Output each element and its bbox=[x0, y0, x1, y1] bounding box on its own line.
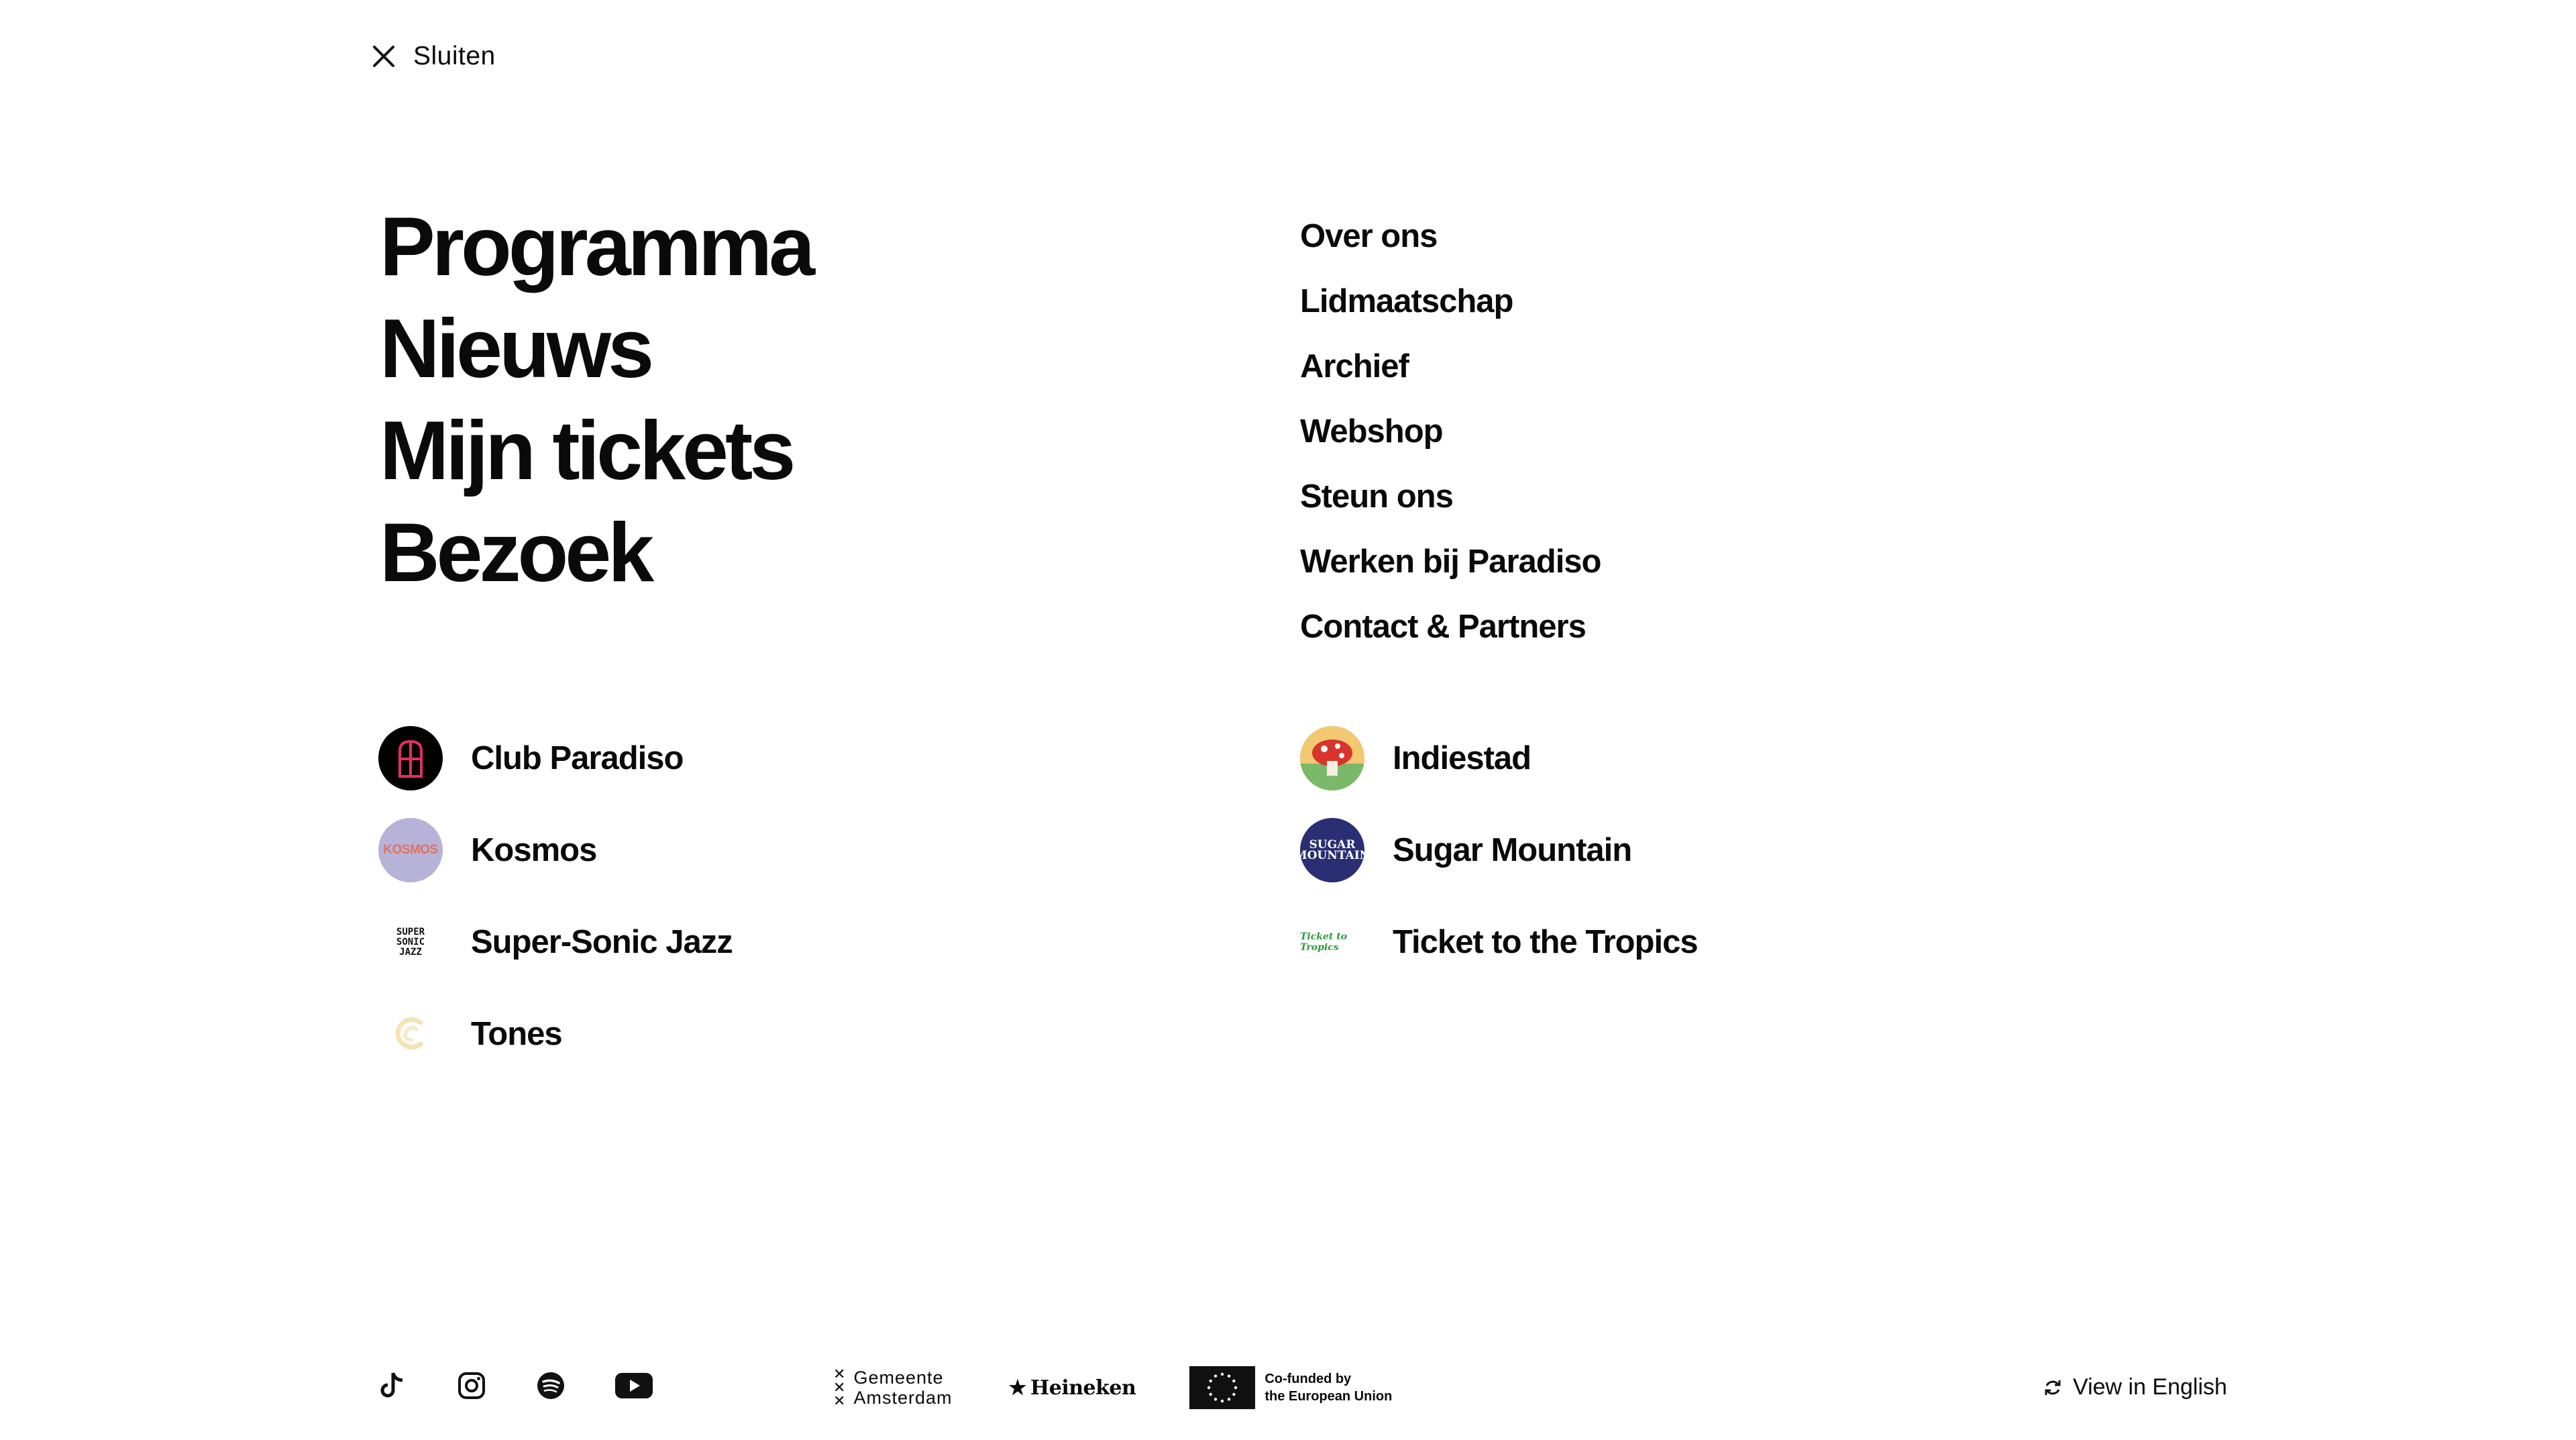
amsterdam-xxx-icon: ✕ ✕ ✕ bbox=[833, 1366, 846, 1409]
nav-nieuws[interactable]: Nieuws bbox=[380, 298, 812, 400]
eu-cofunded-logo: Co-funded by the European Union bbox=[1189, 1366, 1392, 1409]
primary-nav: Programma Nieuws Mijn tickets Bezoek bbox=[380, 196, 815, 604]
gemeente-amsterdam-logo: ✕ ✕ ✕ Gemeente Amsterdam bbox=[833, 1366, 953, 1409]
brand-name: Club Paradiso bbox=[471, 740, 684, 776]
kosmos-logo-text: KOSMOS bbox=[383, 843, 438, 857]
club-paradiso-logo bbox=[378, 726, 443, 790]
nav-archief[interactable]: Archief bbox=[1300, 334, 1601, 399]
close-icon bbox=[373, 46, 394, 67]
indiestad-logo bbox=[1300, 726, 1364, 790]
brand-name: Super-Sonic Jazz bbox=[471, 924, 733, 960]
nav-over-ons[interactable]: Over ons bbox=[1300, 204, 1601, 269]
brand-name: Kosmos bbox=[471, 832, 597, 868]
ssj-line-3: JAZZ bbox=[399, 946, 422, 958]
kosmos-logo: KOSMOS bbox=[378, 818, 443, 882]
language-label: View in English bbox=[2073, 1374, 2227, 1400]
instagram-icon[interactable] bbox=[456, 1370, 487, 1401]
brand-name: Sugar Mountain bbox=[1393, 832, 1632, 868]
brand-club-paradiso[interactable]: Club Paradiso bbox=[378, 726, 733, 790]
super-sonic-jazz-logo: SUPER SONIC JAZZ bbox=[378, 910, 443, 974]
nav-bezoek[interactable]: Bezoek bbox=[380, 502, 812, 604]
gemeente-line-2: Amsterdam bbox=[853, 1388, 953, 1408]
nav-programma[interactable]: Programma bbox=[380, 196, 815, 298]
sponsor-logos: ✕ ✕ ✕ Gemeente Amsterdam ★ Heineken Co-fun… bbox=[833, 1366, 1392, 1409]
eu-flag-icon bbox=[1189, 1366, 1256, 1409]
nav-lidmaatschap[interactable]: Lidmaatschap bbox=[1300, 269, 1601, 334]
close-button[interactable]: Sluiten bbox=[370, 42, 496, 71]
brand-name: Indiestad bbox=[1393, 740, 1532, 776]
nav-webshop[interactable]: Webshop bbox=[1300, 399, 1601, 464]
star-icon: ★ bbox=[1008, 1376, 1026, 1400]
nav-contact-partners[interactable]: Contact & Partners bbox=[1300, 595, 1601, 660]
nav-werken-bij-paradiso[interactable]: Werken bij Paradiso bbox=[1300, 529, 1601, 595]
ttt-logo-text: Ticket to Tropics bbox=[1300, 931, 1348, 953]
secondary-nav: Over ons Lidmaatschap Archief Webshop St… bbox=[1300, 204, 1601, 660]
sugar-mountain-logo: SUGAR MOUNTAIN bbox=[1300, 818, 1364, 882]
language-switch[interactable]: View in English bbox=[2043, 1374, 2227, 1400]
heineken-logo: ★ Heineken bbox=[1008, 1376, 1136, 1400]
social-links bbox=[377, 1370, 653, 1401]
nav-mijn-tickets[interactable]: Mijn tickets bbox=[380, 400, 812, 502]
tones-logo bbox=[378, 1002, 443, 1066]
heineken-text: Heineken bbox=[1030, 1376, 1136, 1400]
nav-steun-ons[interactable]: Steun ons bbox=[1300, 464, 1601, 529]
ssj-line-2: SONIC bbox=[396, 936, 425, 947]
sugar-line-2: MOUNTAIN bbox=[1300, 849, 1364, 862]
tiktok-icon[interactable] bbox=[377, 1370, 408, 1401]
brand-super-sonic-jazz[interactable]: SUPER SONIC JAZZ Super-Sonic Jazz bbox=[378, 910, 733, 974]
eu-line-2: the European Union bbox=[1265, 1389, 1393, 1404]
brand-indiestad[interactable]: Indiestad bbox=[1300, 726, 1698, 790]
ssj-line-1: SUPER bbox=[396, 926, 425, 937]
brand-ticket-to-the-tropics[interactable]: Ticket to Tropics Ticket to the Tropics bbox=[1300, 910, 1699, 974]
refresh-icon bbox=[2045, 1380, 2061, 1395]
brand-sugar-mountain[interactable]: SUGAR MOUNTAIN Sugar Mountain bbox=[1300, 818, 1698, 882]
spotify-icon[interactable] bbox=[535, 1370, 566, 1401]
brand-list-left: Club Paradiso KOSMOS Kosmos SUPER SONIC … bbox=[378, 726, 733, 1094]
gemeente-line-1: Gemeente bbox=[853, 1368, 944, 1388]
brand-kosmos[interactable]: KOSMOS Kosmos bbox=[378, 818, 733, 882]
ticket-to-the-tropics-logo: Ticket to Tropics bbox=[1300, 910, 1364, 974]
brand-name: Ticket to the Tropics bbox=[1393, 924, 1699, 960]
brand-tones[interactable]: Tones bbox=[378, 1002, 733, 1066]
brand-name: Tones bbox=[471, 1016, 563, 1052]
close-label: Sluiten bbox=[413, 42, 496, 70]
youtube-icon[interactable] bbox=[614, 1370, 653, 1401]
eu-line-1: Co-funded by bbox=[1265, 1372, 1352, 1386]
brand-list-right: Indiestad SUGAR MOUNTAIN Sugar Mountain … bbox=[1300, 726, 1699, 1002]
